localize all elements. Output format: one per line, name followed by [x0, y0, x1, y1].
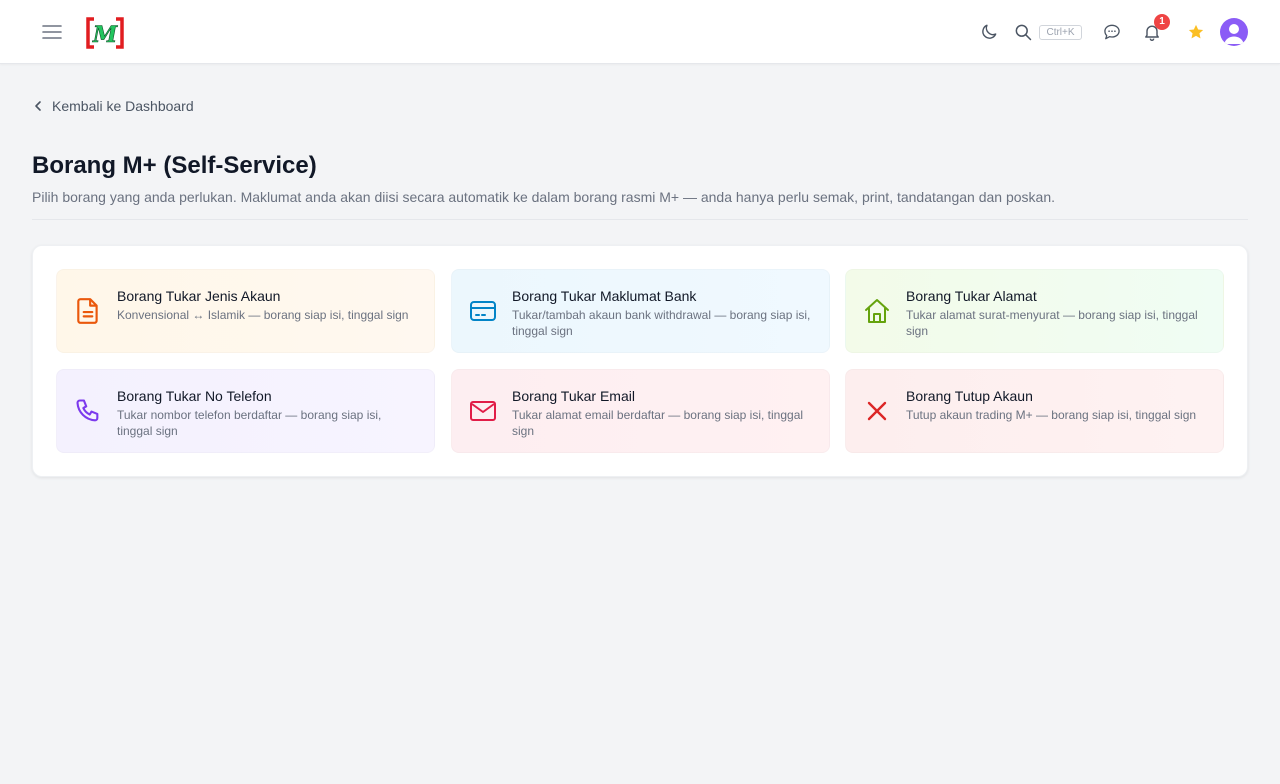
form-card-description: Tukar nombor telefon berdaftar — borang … [117, 408, 382, 438]
user-avatar[interactable] [1220, 18, 1248, 46]
back-link-label: Kembali ke Dashboard [52, 98, 194, 114]
document-icon [73, 296, 103, 326]
chevron-left-icon [35, 101, 41, 111]
back-to-dashboard-link[interactable]: Kembali ke Dashboard [32, 96, 194, 116]
moon-icon[interactable] [977, 20, 1001, 44]
mail-icon [468, 396, 498, 426]
form-card-description: Tutup akaun trading M+ — borang siap isi… [906, 408, 1197, 422]
form-card-title: Borang Tukar No Telefon [117, 388, 272, 404]
user-icon [1224, 24, 1244, 44]
form-card-title: Borang Tukar Email [512, 388, 635, 404]
form-card-description: Tukar alamat email berdaftar — borang si… [512, 408, 804, 438]
form-card-description: Tukar/tambah akaun bank withdrawal — bor… [512, 308, 811, 338]
form-card-change-phone[interactable]: Borang Tukar No Telefon Tukar nombor tel… [56, 369, 435, 453]
form-card-title: Borang Tutup Akaun [906, 388, 1033, 404]
form-card-change-account-type[interactable]: Borang Tukar Jenis Akaun Konvensional ↔ … [56, 269, 435, 353]
logo-text: M [92, 22, 118, 48]
top-navbar: M Ctrl+K 1 [0, 0, 1280, 64]
forms-panel: Borang Tukar Jenis Akaun Konvensional ↔ … [32, 245, 1248, 477]
page-description: Pilih borang yang anda perlukan. Makluma… [32, 189, 1055, 205]
form-card-close-account[interactable]: Borang Tutup Akaun Tutup akaun trading M… [845, 369, 1224, 453]
star-icon[interactable] [1184, 20, 1208, 44]
notification-badge: 1 [1154, 14, 1170, 30]
close-icon [862, 396, 892, 426]
form-card-title: Borang Tukar Jenis Akaun [117, 288, 281, 304]
form-card-description: Konvensional ↔ Islamik — borang siap isi… [117, 308, 409, 322]
form-card-change-email[interactable]: Borang Tukar Email Tukar alamat email be… [451, 369, 830, 453]
form-card-title: Borang Tukar Alamat [906, 288, 1037, 304]
home-icon [862, 296, 892, 326]
divider [32, 219, 1248, 220]
form-card-description: Tukar alamat surat-menyurat — borang sia… [906, 308, 1198, 338]
form-card-change-address[interactable]: Borang Tukar Alamat Tukar alamat surat-m… [845, 269, 1224, 353]
form-card-change-bank-details[interactable]: Borang Tukar Maklumat Bank Tukar/tambah … [451, 269, 830, 353]
credit-card-icon [468, 296, 498, 326]
menu-icon[interactable] [40, 21, 64, 43]
page-title: Borang M+ (Self-Service) [32, 152, 317, 179]
chat-icon[interactable] [1100, 20, 1124, 44]
phone-icon [73, 396, 103, 426]
form-card-title: Borang Tukar Maklumat Bank [512, 288, 697, 304]
search-icon[interactable] [1011, 20, 1035, 44]
app-logo[interactable]: M [85, 17, 125, 49]
search-shortcut-hint: Ctrl+K [1039, 25, 1082, 40]
